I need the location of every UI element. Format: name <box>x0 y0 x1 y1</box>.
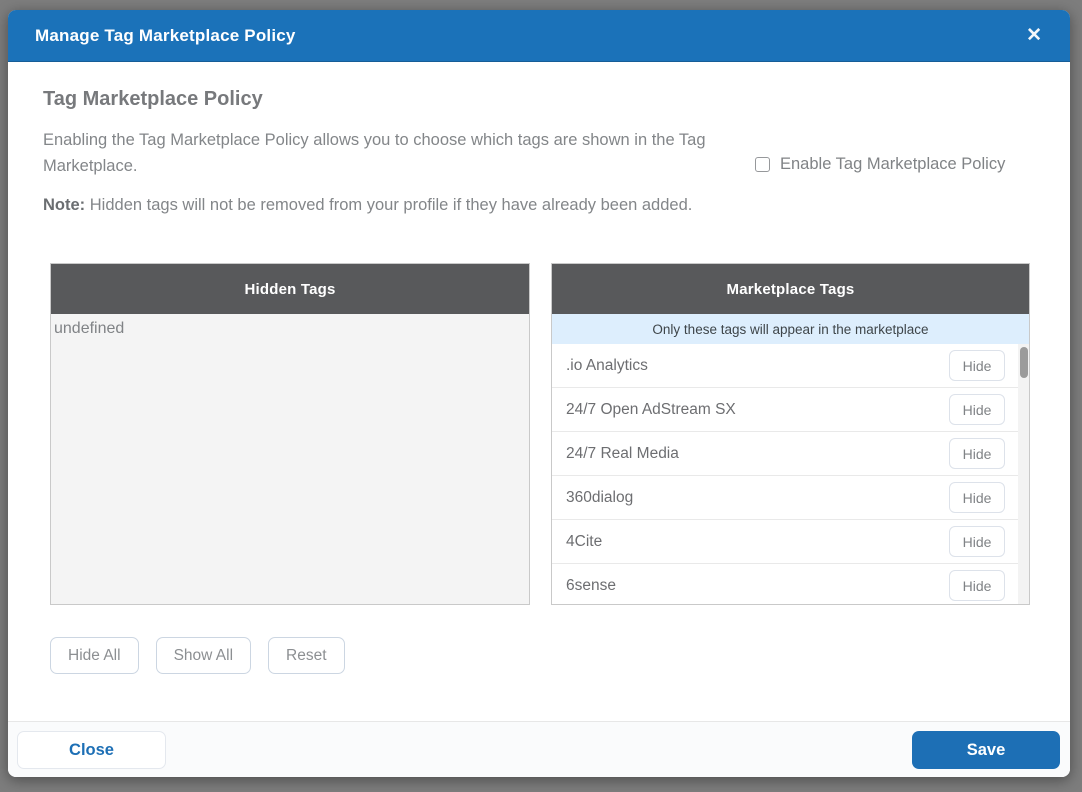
tag-name: 6sense <box>566 577 616 595</box>
bulk-actions: Hide All Show All Reset <box>50 637 345 674</box>
hide-tag-button[interactable]: Hide <box>949 438 1005 469</box>
table-row: .io Analytics Hide <box>552 344 1029 388</box>
hidden-tags-panel: Hidden Tags undefined <box>50 263 530 605</box>
enable-policy-row: Enable Tag Marketplace Policy <box>755 155 1005 174</box>
scrollbar-thumb[interactable] <box>1020 347 1028 378</box>
dialog-title: Manage Tag Marketplace Policy <box>35 26 296 46</box>
tag-name: 24/7 Real Media <box>566 445 679 463</box>
hidden-tags-list: undefined <box>51 314 529 604</box>
close-icon[interactable]: ✕ <box>1026 26 1042 45</box>
marketplace-banner: Only these tags will appear in the marke… <box>552 314 1029 344</box>
save-button[interactable]: Save <box>912 731 1060 769</box>
tag-name: .io Analytics <box>566 357 648 375</box>
enable-policy-label: Enable Tag Marketplace Policy <box>780 155 1005 174</box>
policy-description: Enabling the Tag Marketplace Policy allo… <box>43 127 708 180</box>
page-title: Tag Marketplace Policy <box>43 88 263 111</box>
tag-name: 360dialog <box>566 489 633 507</box>
tag-name: 4Cite <box>566 533 602 551</box>
hidden-tags-header: Hidden Tags <box>51 264 529 314</box>
hide-tag-button[interactable]: Hide <box>949 570 1005 601</box>
note-body: Hidden tags will not be removed from you… <box>85 196 692 214</box>
reset-button[interactable]: Reset <box>268 637 345 674</box>
dialog-header: Manage Tag Marketplace Policy ✕ <box>8 10 1070 62</box>
tag-name: 24/7 Open AdStream SX <box>566 401 736 419</box>
hide-tag-button[interactable]: Hide <box>949 350 1005 381</box>
enable-policy-checkbox[interactable] <box>755 157 770 172</box>
hide-tag-button[interactable]: Hide <box>949 526 1005 557</box>
show-all-button[interactable]: Show All <box>156 637 251 674</box>
table-row: 360dialog Hide <box>552 476 1029 520</box>
marketplace-tags-list: .io Analytics Hide 24/7 Open AdStream SX… <box>552 344 1029 604</box>
close-button[interactable]: Close <box>17 731 166 769</box>
marketplace-tags-panel: Marketplace Tags Only these tags will ap… <box>551 263 1030 605</box>
policy-note: Note: Hidden tags will not be removed fr… <box>43 192 708 218</box>
scrollbar-track[interactable] <box>1018 344 1029 604</box>
dialog-footer: Close Save <box>8 721 1070 777</box>
manage-tag-marketplace-policy-dialog: Manage Tag Marketplace Policy ✕ Tag Mark… <box>8 10 1070 777</box>
hide-tag-button[interactable]: Hide <box>949 394 1005 425</box>
table-row: 4Cite Hide <box>552 520 1029 564</box>
hide-tag-button[interactable]: Hide <box>949 482 1005 513</box>
note-label: Note: <box>43 196 85 214</box>
table-row: 6sense Hide <box>552 564 1029 604</box>
table-row: 24/7 Open AdStream SX Hide <box>552 388 1029 432</box>
hide-all-button[interactable]: Hide All <box>50 637 139 674</box>
marketplace-tags-header: Marketplace Tags <box>552 264 1029 314</box>
table-row: 24/7 Real Media Hide <box>552 432 1029 476</box>
